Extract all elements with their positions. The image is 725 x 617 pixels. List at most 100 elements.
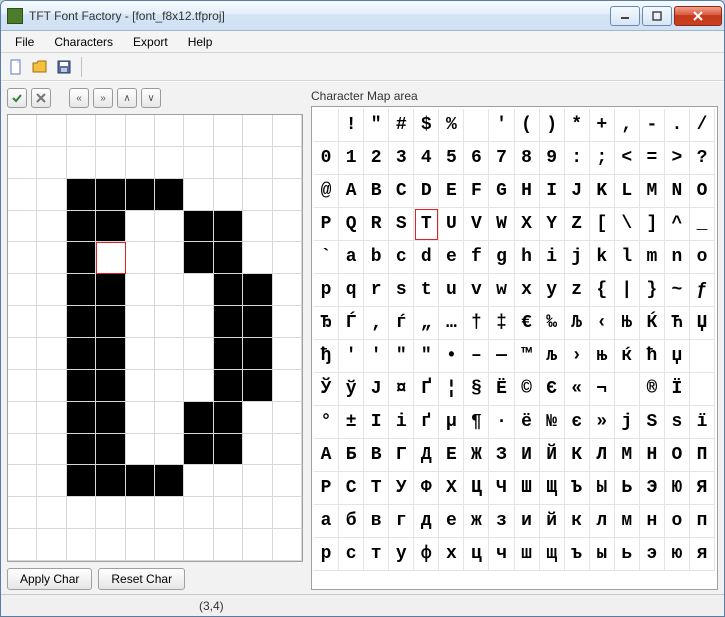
pixel-cell[interactable] bbox=[214, 465, 243, 497]
charmap-cell[interactable]: " bbox=[364, 109, 389, 142]
charmap-cell[interactable]: ‡ bbox=[489, 307, 514, 340]
charmap-cell[interactable]: + bbox=[590, 109, 615, 142]
pixel-cell[interactable] bbox=[8, 306, 37, 338]
open-button[interactable] bbox=[29, 56, 51, 78]
charmap-cell[interactable]: Х bbox=[439, 472, 464, 505]
pixel-cell[interactable] bbox=[273, 242, 302, 274]
pixel-cell[interactable] bbox=[184, 338, 213, 370]
charmap-cell[interactable]: ф bbox=[414, 538, 439, 571]
charmap-cell[interactable]: Ѓ bbox=[339, 307, 364, 340]
pixel-cell[interactable] bbox=[184, 179, 213, 211]
pixel-cell[interactable] bbox=[243, 434, 272, 466]
charmap-cell[interactable]: „ bbox=[414, 307, 439, 340]
charmap-cell[interactable]: $ bbox=[414, 109, 439, 142]
charmap-cell[interactable]: O bbox=[690, 175, 715, 208]
pixel-cell[interactable] bbox=[67, 179, 96, 211]
charmap-cell[interactable]: р bbox=[314, 538, 339, 571]
charmap-cell[interactable]: ^ bbox=[665, 208, 690, 241]
charmap-cell[interactable]: ? bbox=[690, 142, 715, 175]
charmap-cell[interactable]: C bbox=[389, 175, 414, 208]
charmap-cell[interactable]: Ш bbox=[515, 472, 540, 505]
pixel-cell[interactable] bbox=[96, 274, 125, 306]
pixel-cell[interactable] bbox=[273, 211, 302, 243]
pixel-cell[interactable] bbox=[126, 529, 155, 561]
pixel-cell[interactable] bbox=[126, 115, 155, 147]
charmap-cell[interactable]: І bbox=[364, 406, 389, 439]
charmap-cell[interactable]: Щ bbox=[540, 472, 565, 505]
pixel-cell[interactable] bbox=[155, 211, 184, 243]
pixel-cell[interactable] bbox=[243, 115, 272, 147]
pixel-cell[interactable] bbox=[96, 115, 125, 147]
charmap-cell[interactable]: ц bbox=[464, 538, 489, 571]
charmap-cell[interactable]: S bbox=[389, 208, 414, 241]
charmap-cell[interactable]: U bbox=[439, 208, 464, 241]
charmap-cell[interactable]: В bbox=[364, 439, 389, 472]
pixel-cell[interactable] bbox=[37, 529, 66, 561]
charmap-cell[interactable]: · bbox=[489, 406, 514, 439]
pixel-cell[interactable] bbox=[8, 211, 37, 243]
pixel-cell[interactable] bbox=[155, 274, 184, 306]
pixel-cell[interactable] bbox=[96, 306, 125, 338]
charmap-cell[interactable]: П bbox=[690, 439, 715, 472]
pixel-cell[interactable] bbox=[243, 242, 272, 274]
charmap-cell[interactable]: 1 bbox=[339, 142, 364, 175]
pixel-cell[interactable] bbox=[67, 370, 96, 402]
charmap-cell[interactable]: ќ bbox=[615, 340, 640, 373]
charmap-cell[interactable]: P bbox=[314, 208, 339, 241]
charmap-cell[interactable]: g bbox=[489, 241, 514, 274]
charmap-cell[interactable]: х bbox=[439, 538, 464, 571]
charmap-cell[interactable]: ™ bbox=[515, 340, 540, 373]
pixel-cell[interactable] bbox=[96, 147, 125, 179]
charmap-cell[interactable]: K bbox=[590, 175, 615, 208]
shift-up-button[interactable]: ∧ bbox=[117, 88, 137, 108]
pixel-cell[interactable] bbox=[126, 497, 155, 529]
charmap-cell[interactable]: † bbox=[464, 307, 489, 340]
pixel-cell[interactable] bbox=[126, 370, 155, 402]
charmap-cell[interactable]: ] bbox=[640, 208, 665, 241]
charmap-cell[interactable]: У bbox=[389, 472, 414, 505]
pixel-cell[interactable] bbox=[96, 242, 125, 274]
charmap-cell[interactable]: } bbox=[640, 274, 665, 307]
pixel-cell[interactable] bbox=[67, 529, 96, 561]
pixel-cell[interactable] bbox=[37, 497, 66, 529]
charmap-cell[interactable]: N bbox=[665, 175, 690, 208]
charmap-cell[interactable]: Б bbox=[339, 439, 364, 472]
charmap-cell[interactable]: b bbox=[364, 241, 389, 274]
charmap-cell[interactable]: ` bbox=[314, 241, 339, 274]
charmap-cell[interactable]: ( bbox=[515, 109, 540, 142]
charmap-cell[interactable]: z bbox=[565, 274, 590, 307]
pixel-cell[interactable] bbox=[273, 306, 302, 338]
pixel-cell[interactable] bbox=[37, 147, 66, 179]
charmap-cell[interactable] bbox=[314, 109, 339, 142]
pixel-cell[interactable] bbox=[155, 338, 184, 370]
pixel-cell[interactable] bbox=[214, 306, 243, 338]
charmap-cell[interactable]: ђ bbox=[314, 340, 339, 373]
charmap-cell[interactable]: [ bbox=[590, 208, 615, 241]
charmap-cell[interactable]: ъ bbox=[565, 538, 590, 571]
pixel-cell[interactable] bbox=[243, 306, 272, 338]
charmap-cell[interactable]: ± bbox=[339, 406, 364, 439]
pixel-cell[interactable] bbox=[273, 179, 302, 211]
charmap-cell[interactable]: љ bbox=[540, 340, 565, 373]
charmap-cell[interactable]: м bbox=[615, 505, 640, 538]
pixel-cell[interactable] bbox=[37, 274, 66, 306]
pixel-cell[interactable] bbox=[37, 370, 66, 402]
pixel-cell[interactable] bbox=[273, 497, 302, 529]
charmap-cell[interactable]: д bbox=[414, 505, 439, 538]
charmap-cell[interactable]: I bbox=[540, 175, 565, 208]
pixel-cell[interactable] bbox=[184, 306, 213, 338]
pixel-cell[interactable] bbox=[184, 402, 213, 434]
charmap-cell[interactable]: ­ bbox=[615, 373, 640, 406]
pixel-cell[interactable] bbox=[243, 179, 272, 211]
pixel-cell[interactable] bbox=[243, 274, 272, 306]
charmap-cell[interactable]: L bbox=[615, 175, 640, 208]
charmap-cell[interactable]: З bbox=[489, 439, 514, 472]
charmap-cell[interactable]: ь bbox=[615, 538, 640, 571]
charmap-cell[interactable]: / bbox=[690, 109, 715, 142]
charmap-cell[interactable]: Ѕ bbox=[640, 406, 665, 439]
charmap-cell[interactable]: Q bbox=[339, 208, 364, 241]
pixel-cell[interactable] bbox=[273, 402, 302, 434]
charmap-cell[interactable]: « bbox=[565, 373, 590, 406]
charmap-cell[interactable]: с bbox=[339, 538, 364, 571]
reset-char-button[interactable]: Reset Char bbox=[98, 568, 185, 590]
